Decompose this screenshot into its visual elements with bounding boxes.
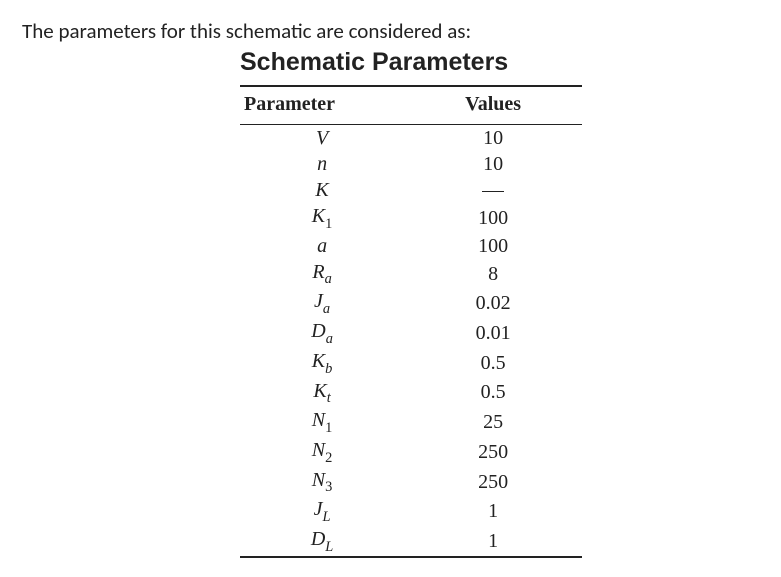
param-base: n xyxy=(317,153,327,175)
table-row: Kb 0.5 xyxy=(240,348,582,378)
param-subscript: L xyxy=(325,539,333,555)
table-row: N2 250 xyxy=(240,437,582,467)
value-text: 10 xyxy=(483,127,503,149)
param-cell: a xyxy=(240,233,404,259)
param-subscript: a xyxy=(323,301,330,317)
table-body: V10n10KK1100a100Ra8Ja0.02Da0.01Kb0.5Kt0.… xyxy=(240,125,582,557)
value-cell xyxy=(404,177,582,203)
value-cell: 10 xyxy=(404,125,582,152)
value-text: 0.5 xyxy=(481,381,506,403)
table-row: JL 1 xyxy=(240,496,582,526)
param-subscript: 2 xyxy=(325,450,332,466)
param-subscript: a xyxy=(326,331,333,347)
table-row: Ja 0.02 xyxy=(240,288,582,318)
param-cell: n xyxy=(240,151,404,177)
value-text: 100 xyxy=(478,235,508,257)
param-cell: Kb xyxy=(240,348,404,378)
value-text: 0.01 xyxy=(476,322,511,344)
param-cell: Kt xyxy=(240,378,404,408)
value-cell: 0.01 xyxy=(404,318,582,348)
table-row: N3 250 xyxy=(240,467,582,497)
param-cell: V xyxy=(240,125,404,152)
value-text: 250 xyxy=(478,441,508,463)
param-subscript: b xyxy=(325,361,332,377)
dash-icon xyxy=(482,191,504,192)
table-row: N1 25 xyxy=(240,407,582,437)
header-values: Values xyxy=(404,86,582,125)
table-row: a 100 xyxy=(240,233,582,259)
param-base: K xyxy=(315,179,328,201)
param-base: N xyxy=(312,439,325,461)
header-parameter: Parameter xyxy=(240,86,404,125)
value-cell: 1 xyxy=(404,526,582,557)
value-cell: 10 xyxy=(404,151,582,177)
value-cell: 1 xyxy=(404,496,582,526)
table-row: Kt 0.5 xyxy=(240,378,582,408)
param-base: J xyxy=(314,290,323,312)
param-base: a xyxy=(317,235,327,257)
param-base: N xyxy=(312,409,325,431)
param-base: J xyxy=(314,498,323,520)
value-text: 25 xyxy=(483,411,503,433)
value-text: 1 xyxy=(488,530,498,552)
value-text: 10 xyxy=(483,153,503,175)
param-cell: Ja xyxy=(240,288,404,318)
param-cell: JL xyxy=(240,496,404,526)
value-text: 1 xyxy=(488,500,498,522)
param-subscript: L xyxy=(323,509,331,525)
value-cell: 0.5 xyxy=(404,378,582,408)
value-cell: 250 xyxy=(404,467,582,497)
value-text: 0.5 xyxy=(481,352,506,374)
table-row: Ra 8 xyxy=(240,259,582,289)
value-cell: 0.5 xyxy=(404,348,582,378)
value-cell: 8 xyxy=(404,259,582,289)
value-text: 250 xyxy=(478,471,508,493)
parameters-table: Parameter Values V10n10KK1100a100Ra8Ja0.… xyxy=(240,85,582,558)
param-cell: K xyxy=(240,177,404,203)
param-cell: N3 xyxy=(240,467,404,497)
param-subscript: t xyxy=(327,390,331,406)
param-base: D xyxy=(311,528,325,550)
param-base: R xyxy=(312,261,324,283)
table-row: K xyxy=(240,177,582,203)
table-row: Da 0.01 xyxy=(240,318,582,348)
param-cell: N1 xyxy=(240,407,404,437)
param-cell: Ra xyxy=(240,259,404,289)
value-cell: 0.02 xyxy=(404,288,582,318)
intro-text: The parameters for this schematic are co… xyxy=(22,18,759,44)
value-text: 8 xyxy=(488,263,498,285)
param-base: D xyxy=(311,320,325,342)
param-subscript: 1 xyxy=(325,420,332,436)
param-cell: N2 xyxy=(240,437,404,467)
value-text: 100 xyxy=(478,207,508,229)
value-text: 0.02 xyxy=(476,292,511,314)
param-cell: DL xyxy=(240,526,404,557)
table-wrap: Schematic Parameters Parameter Values V 1… xyxy=(240,48,582,558)
param-base: K xyxy=(312,350,325,372)
param-base: V xyxy=(316,127,328,149)
param-base: K xyxy=(313,380,326,402)
table-title: Schematic Parameters xyxy=(240,48,582,77)
table-row: V 10 xyxy=(240,125,582,152)
param-subscript: 3 xyxy=(325,479,332,495)
table-header-row: Parameter Values xyxy=(240,86,582,125)
value-cell: 25 xyxy=(404,407,582,437)
param-subscript: a xyxy=(325,271,332,287)
value-cell: 250 xyxy=(404,437,582,467)
param-base: N xyxy=(312,469,325,491)
table-row: n 10 xyxy=(240,151,582,177)
value-cell: 100 xyxy=(404,203,582,233)
param-subscript: 1 xyxy=(325,216,332,232)
table-row: DL 1 xyxy=(240,526,582,557)
value-cell: 100 xyxy=(404,233,582,259)
param-cell: Da xyxy=(240,318,404,348)
page: The parameters for this schematic are co… xyxy=(0,0,781,576)
table-row: K1 100 xyxy=(240,203,582,233)
param-base: K xyxy=(312,205,325,227)
param-cell: K1 xyxy=(240,203,404,233)
